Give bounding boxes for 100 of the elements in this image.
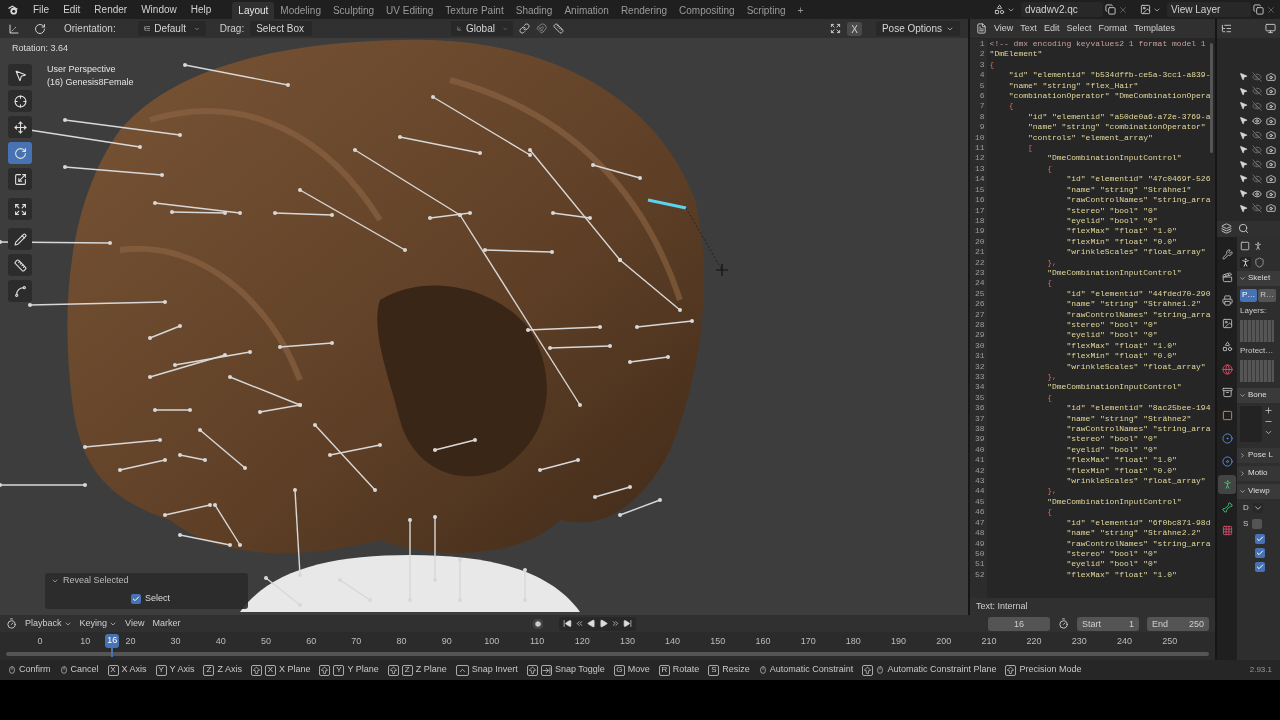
workspace-tab[interactable]: Animation <box>558 2 615 19</box>
view-layer-field[interactable]: View Layer <box>1167 2 1251 17</box>
current-frame-field[interactable]: 16 <box>988 616 1050 631</box>
play-reverse-icon[interactable] <box>586 619 596 628</box>
mirror-toggle[interactable]: X <box>847 21 862 36</box>
editor-type-icon[interactable] <box>6 618 17 629</box>
checkbox[interactable] <box>131 594 141 604</box>
tool-button[interactable] <box>8 116 32 138</box>
workspace-tab[interactable]: UV Editing <box>380 2 440 19</box>
record-button[interactable] <box>532 618 543 629</box>
caret-icon[interactable] <box>1239 487 1246 495</box>
view-layer-icon[interactable] <box>1140 4 1151 15</box>
eye-icon[interactable] <box>1252 188 1262 199</box>
pose-position-button[interactable]: R… <box>1258 288 1277 302</box>
copy-icon[interactable] <box>1105 4 1116 15</box>
pose-options-dropdown[interactable]: Pose Options <box>875 21 960 36</box>
next-keyframe-icon[interactable] <box>610 619 620 628</box>
menu-item[interactable]: Help <box>183 2 219 17</box>
gizmo-icon[interactable] <box>830 23 842 34</box>
add-icon[interactable] <box>1264 405 1273 415</box>
current-frame-marker[interactable]: 16 <box>105 634 120 648</box>
workspace-tab[interactable]: Scripting <box>740 2 792 19</box>
drag-dropdown[interactable]: Select Box <box>250 21 313 36</box>
menu-item[interactable]: Marker <box>152 616 181 631</box>
orientation-dropdown[interactable]: Default <box>137 21 206 36</box>
checkbox[interactable] <box>1255 547 1265 558</box>
workspace-tab[interactable]: Shading <box>509 2 559 19</box>
jump-end-icon[interactable] <box>622 619 632 628</box>
editor-type-icon[interactable] <box>1221 223 1232 235</box>
workspace-tab[interactable]: Sculpting <box>326 2 381 19</box>
pivot-icon[interactable] <box>34 22 46 35</box>
scene-icon[interactable] <box>994 4 1005 15</box>
menu-item[interactable]: Edit <box>1043 21 1060 36</box>
shift-key-icon <box>319 664 331 676</box>
workspace-tab[interactable]: Compositing <box>673 2 741 19</box>
logo-icon[interactable] <box>6 3 20 16</box>
camera-icon[interactable] <box>1266 71 1276 82</box>
camera-icon[interactable] <box>1266 101 1276 111</box>
camera-icon[interactable] <box>1266 115 1276 126</box>
caret-icon[interactable] <box>1239 469 1246 477</box>
caret-icon[interactable] <box>1239 451 1246 459</box>
caret-icon[interactable] <box>51 577 59 585</box>
tool-button[interactable] <box>8 228 32 250</box>
checkbox[interactable] <box>1255 533 1265 544</box>
caret-icon[interactable] <box>1239 391 1246 399</box>
transform-orientation-dropdown[interactable]: Global <box>451 21 514 36</box>
shield-icon[interactable] <box>1254 256 1265 268</box>
tool-button[interactable] <box>8 64 32 86</box>
tool-button[interactable] <box>8 280 32 302</box>
frame-tick-label: 230 <box>1071 635 1087 648</box>
menu-dropdown[interactable]: Keying <box>79 616 108 631</box>
camera-icon[interactable] <box>1266 86 1276 97</box>
editor-type-icon[interactable] <box>976 23 987 34</box>
dropdown-icon[interactable] <box>1252 502 1263 513</box>
camera-icon[interactable] <box>1266 203 1276 214</box>
workspace-tab[interactable]: Texture Paint <box>439 2 510 19</box>
copy-icon[interactable] <box>1253 4 1264 15</box>
menu-item[interactable]: Templates <box>1133 21 1175 36</box>
tool-button[interactable] <box>8 168 32 190</box>
workspace-tab[interactable]: Modeling <box>274 2 327 19</box>
camera-icon[interactable] <box>1266 188 1276 199</box>
camera-icon[interactable] <box>1266 173 1276 184</box>
menu-item[interactable]: File <box>26 2 57 17</box>
clock-icon[interactable] <box>1058 618 1069 629</box>
end-frame-field[interactable]: End 250 <box>1147 616 1209 631</box>
add-workspace-button[interactable]: + <box>791 2 810 19</box>
search-icon[interactable] <box>1238 223 1249 235</box>
menu-item[interactable]: View <box>125 616 145 631</box>
tool-button[interactable] <box>8 254 32 276</box>
menu-item[interactable]: Text <box>1020 21 1037 36</box>
menu-item[interactable]: Format <box>1098 21 1127 36</box>
tool-button[interactable] <box>8 90 32 112</box>
properties-tab[interactable] <box>1218 474 1236 494</box>
shape-field[interactable] <box>1252 518 1263 529</box>
link-icon[interactable] <box>519 23 531 34</box>
caret-icon[interactable] <box>1239 274 1246 282</box>
camera-icon[interactable] <box>1266 159 1276 170</box>
menu-item[interactable]: Render <box>87 2 135 17</box>
scene-field[interactable]: dvadwv2.qc <box>1021 2 1103 17</box>
play-icon[interactable] <box>598 619 608 628</box>
checkbox[interactable] <box>1255 561 1265 572</box>
start-frame-field[interactable]: Start 1 <box>1077 616 1139 631</box>
menu-item[interactable]: Edit <box>56 2 88 17</box>
menu-dropdown[interactable]: Playback <box>25 616 62 631</box>
magnet-icon[interactable] <box>536 23 548 34</box>
pose-position-button[interactable]: P… <box>1240 288 1258 302</box>
tool-button[interactable] <box>8 198 32 220</box>
camera-icon[interactable] <box>1266 130 1276 141</box>
workspace-tab[interactable]: Layout <box>232 2 275 19</box>
menu-item[interactable]: Window <box>134 2 184 17</box>
menu-item[interactable]: View <box>994 21 1014 36</box>
menu-item[interactable]: Select <box>1066 21 1092 36</box>
hidden-eye-icon[interactable] <box>1252 101 1262 111</box>
eye-icon[interactable] <box>1252 115 1262 126</box>
previous-keyframe-icon[interactable] <box>574 619 584 628</box>
jump-start-icon[interactable] <box>562 619 572 628</box>
display-mode-icon[interactable] <box>1221 23 1232 34</box>
line-number: 25 <box>975 288 985 300</box>
workspace-tab[interactable]: Rendering <box>614 2 674 19</box>
camera-icon[interactable] <box>1266 144 1276 155</box>
